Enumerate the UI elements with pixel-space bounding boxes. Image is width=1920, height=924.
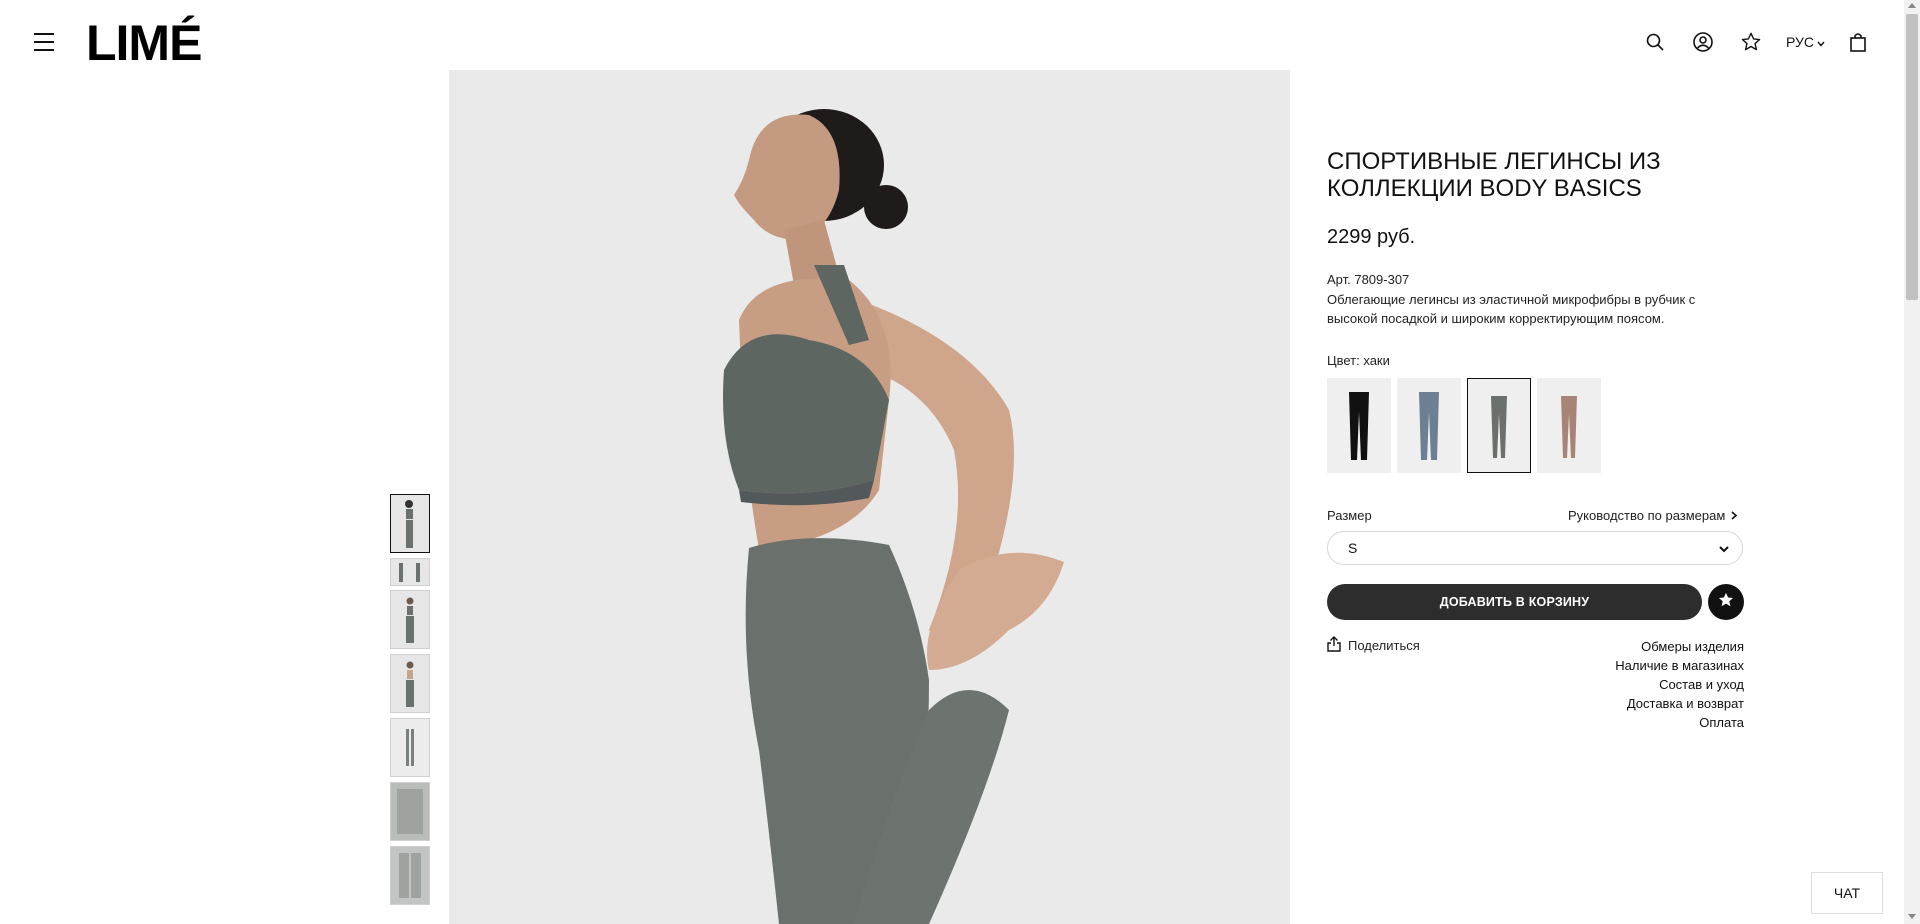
- product-description: Облегающие легинсы из эластичной микрофи…: [1327, 292, 1696, 326]
- info-link-composition-care[interactable]: Состав и уход: [1500, 675, 1744, 694]
- scrollbar-thumb[interactable]: [1906, 14, 1918, 300]
- search-icon[interactable]: [1643, 30, 1667, 54]
- product-info-links: Обмеры изделия Наличие в магазинах Соста…: [1500, 637, 1744, 732]
- gallery-thumbnail-6[interactable]: [390, 782, 430, 841]
- chevron-down-icon: [1718, 540, 1730, 556]
- menu-icon-line: [34, 33, 54, 35]
- info-link-measurements[interactable]: Обмеры изделия: [1500, 637, 1744, 656]
- color-swatch-black[interactable]: [1327, 378, 1391, 473]
- size-guide-text: Руководство по размерам: [1568, 508, 1726, 523]
- menu-button[interactable]: [34, 33, 54, 51]
- gallery-thumbnail-2[interactable]: [390, 558, 430, 586]
- language-label: РУС: [1786, 34, 1815, 50]
- gallery-thumbnail-3[interactable]: [390, 590, 430, 649]
- info-link-payment[interactable]: Оплата: [1500, 713, 1744, 732]
- menu-icon-line: [34, 49, 54, 51]
- add-to-favorites-button[interactable]: [1708, 584, 1744, 620]
- bag-icon[interactable]: [1846, 30, 1870, 54]
- scroll-up-arrow-icon[interactable]: [1908, 3, 1916, 8]
- color-swatch-khaki[interactable]: [1467, 378, 1531, 473]
- gallery-thumbnail-4[interactable]: [390, 654, 430, 713]
- account-icon[interactable]: [1691, 30, 1715, 54]
- color-label: Цвет: хаки: [1327, 353, 1390, 368]
- size-select[interactable]: S: [1327, 531, 1743, 565]
- chat-button[interactable]: ЧАТ: [1811, 872, 1883, 914]
- add-to-cart-button[interactable]: ДОБАВИТЬ В КОРЗИНУ: [1327, 584, 1702, 620]
- favorites-icon[interactable]: [1739, 30, 1763, 54]
- color-swatch-beige[interactable]: [1537, 378, 1601, 473]
- logo[interactable]: LIMÉ: [86, 15, 202, 71]
- product-price: 2299 руб.: [1327, 226, 1416, 248]
- product-title: СПОРТИВНЫЕ ЛЕГИНСЫ ИЗ КОЛЛЕКЦИИ BODY BAS…: [1327, 148, 1661, 202]
- product-article: Арт. 7809-307: [1327, 272, 1410, 287]
- logo-text: LIMÉ: [86, 15, 202, 71]
- size-guide-link[interactable]: Руководство по размерам: [1568, 508, 1738, 523]
- gallery-thumbnail-7[interactable]: [390, 846, 430, 905]
- chevron-down-icon: [1817, 34, 1825, 50]
- chevron-right-icon: [1731, 508, 1738, 523]
- scroll-down-arrow-icon[interactable]: [1908, 914, 1916, 919]
- language-selector[interactable]: РУС: [1786, 34, 1825, 50]
- menu-icon-line: [34, 41, 54, 43]
- info-link-store-availability[interactable]: Наличие в магазинах: [1500, 656, 1744, 675]
- share-button[interactable]: Поделиться: [1327, 636, 1420, 655]
- size-label: Размер: [1327, 508, 1372, 523]
- star-icon: [1717, 591, 1735, 614]
- gallery-thumbnail-1[interactable]: [390, 494, 430, 553]
- gallery-thumbnail-5[interactable]: [390, 718, 430, 777]
- size-selected-value: S: [1348, 540, 1358, 556]
- share-icon: [1327, 636, 1341, 655]
- share-label: Поделиться: [1348, 638, 1420, 653]
- product-main-image[interactable]: [449, 70, 1290, 924]
- color-swatch-blue[interactable]: [1397, 378, 1461, 473]
- info-link-delivery-returns[interactable]: Доставка и возврат: [1500, 694, 1744, 713]
